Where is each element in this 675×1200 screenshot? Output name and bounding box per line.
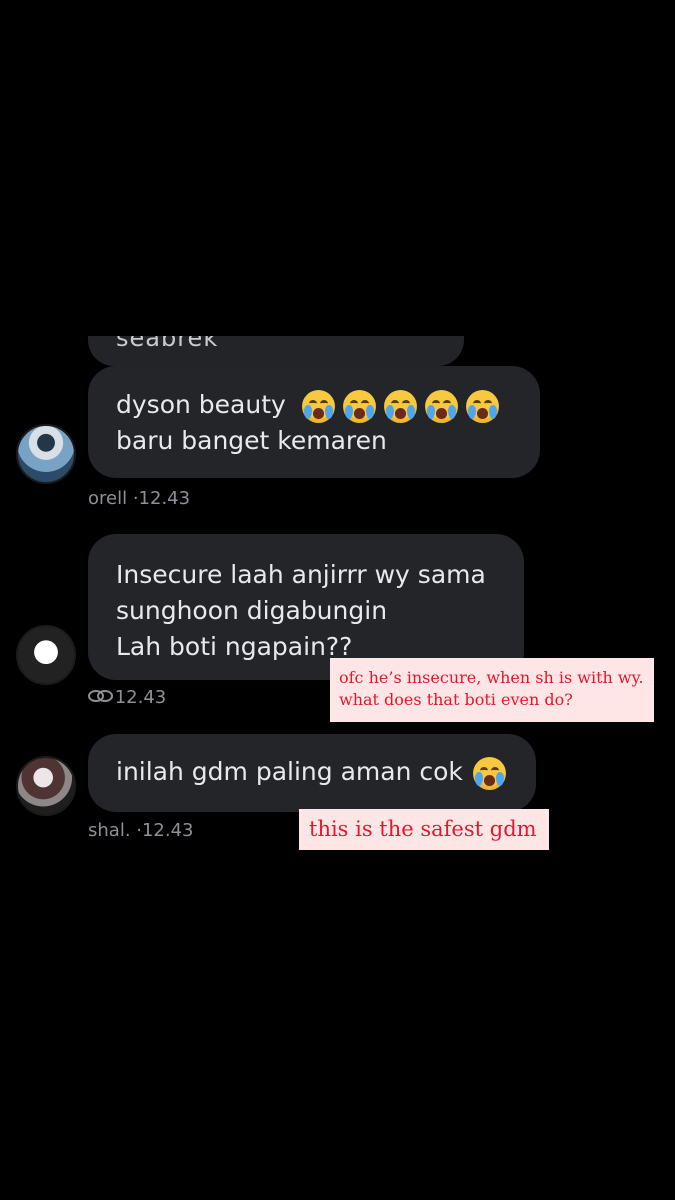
comment-meta: orell ·12.43	[88, 488, 191, 509]
comment-meta: shal. ·12.43	[88, 820, 194, 841]
comment-line: dyson beauty	[116, 387, 540, 423]
partial-comment-text: seabrek	[116, 336, 219, 352]
comment-screenshot: seabrek dyson beauty baru banget kemaren…	[0, 336, 675, 866]
comment-bubble[interactable]: inilah gdm paling aman cok	[88, 734, 536, 812]
translation-note: this is the safest gdm	[299, 809, 549, 850]
avatar[interactable]	[16, 424, 76, 484]
comment-line: baru banget kemaren	[116, 426, 387, 455]
crying-face-emoji	[342, 389, 376, 423]
comment-meta: ·12.43	[88, 687, 166, 709]
crying-face-emoji	[465, 389, 499, 423]
repost-icon	[88, 690, 113, 702]
crying-face-emoji	[383, 389, 417, 423]
comment-bubble[interactable]: dyson beauty baru banget kemaren	[88, 366, 540, 478]
avatar[interactable]	[16, 756, 76, 816]
crying-face-emoji	[301, 389, 335, 423]
avatar[interactable]	[16, 625, 76, 685]
crying-emoji-row	[301, 389, 499, 423]
comment-line: Insecure laah anjirrr wy sama	[116, 560, 486, 589]
crying-face-emoji	[472, 756, 506, 790]
translation-note: ofc he’s insecure, when sh is with wy. w…	[330, 658, 654, 722]
comment-line: sunghoon digabungin	[116, 596, 388, 625]
comment-line: inilah gdm paling aman cok	[116, 754, 536, 790]
crying-face-emoji	[424, 389, 458, 423]
